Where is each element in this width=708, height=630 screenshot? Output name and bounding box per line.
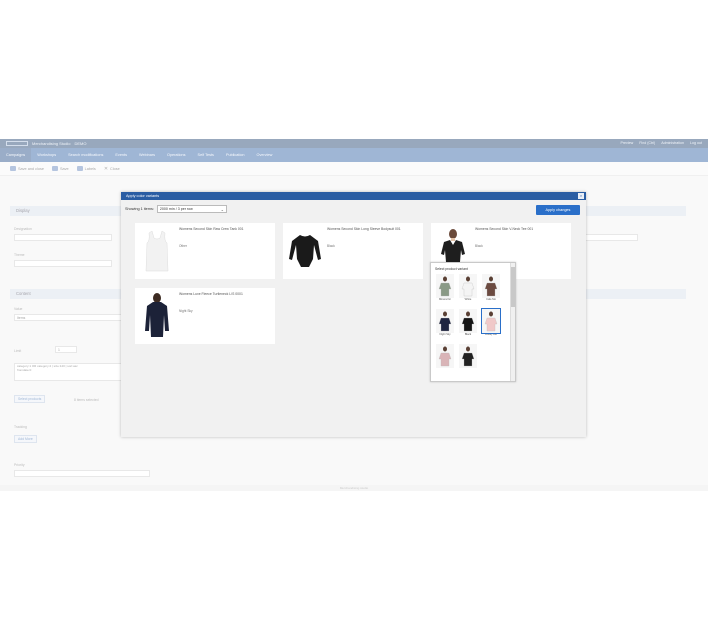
variant-swatch[interactable]: Black	[459, 309, 477, 339]
display-select-value: 2000 min / 3 per row	[159, 207, 193, 211]
display-select[interactable]: 2000 min / 3 per row ⌄	[156, 205, 227, 213]
variant-label: Cafe Mo	[486, 298, 496, 301]
popup-scrollbar-thumb[interactable]	[511, 267, 515, 307]
apply-color-variants-dialog: Apply color variants × Showing 1 items: …	[121, 192, 586, 437]
product-name: Womens Second Skin Long Sleeve Bodysuit …	[327, 227, 401, 231]
variant-image	[459, 274, 477, 298]
variant-label: Rosey Blu	[485, 333, 497, 336]
product-card[interactable]: Womens Second Skin Raw Crew Tank 001 Oth…	[135, 223, 275, 279]
product-name: Womens Second Skin V-Neck Tee 001	[475, 227, 534, 231]
variant-picker-title: Select product variant	[435, 267, 468, 271]
popup-scrollbar[interactable]	[510, 263, 515, 381]
variant-image	[482, 274, 500, 298]
dialog-close-icon[interactable]: ×	[578, 193, 584, 199]
variant-swatch[interactable]: White	[459, 274, 477, 304]
product-name: Womens Luxe Fleece Turtleneck L/S 0001	[179, 292, 243, 296]
chevron-down-icon: ⌄	[220, 207, 224, 212]
product-color: Black	[327, 244, 335, 248]
dialog-title: Apply color variants	[121, 192, 586, 200]
variant-swatch[interactable]: Mineral Gr	[436, 274, 454, 304]
variant-image	[481, 308, 501, 334]
variant-label: Mineral Gr	[438, 298, 452, 301]
display-row: Showing 1 items: 2000 min / 3 per row ⌄	[125, 205, 227, 213]
variant-image	[436, 344, 454, 368]
display-label: Showing 1 items:	[125, 207, 154, 211]
variant-image	[436, 309, 454, 333]
variant-swatch[interactable]: Night Sky	[436, 309, 454, 339]
product-image	[140, 292, 174, 340]
apply-changes-button[interactable]: Apply changes	[536, 205, 580, 215]
variant-label: Black	[464, 333, 472, 336]
variant-image	[436, 274, 454, 298]
product-name: Womens Second Skin Raw Crew Tank 001	[179, 227, 244, 231]
variant-swatch[interactable]	[436, 344, 454, 374]
product-image	[140, 227, 174, 275]
variant-picker-popup: Select product variant Mineral Gr White Ca…	[430, 262, 516, 382]
variant-swatch[interactable]: Cafe Mo	[482, 274, 500, 304]
product-card[interactable]: Womens Second Skin Long Sleeve Bodysuit …	[283, 223, 423, 279]
variant-swatch[interactable]	[459, 344, 477, 374]
product-color: Other	[179, 244, 187, 248]
product-color: Black	[475, 244, 483, 248]
variant-swatch[interactable]: Rosey Blu	[481, 308, 501, 339]
variant-label: White	[464, 298, 472, 301]
product-image	[288, 227, 322, 275]
variant-image	[459, 344, 477, 368]
variant-image	[459, 309, 477, 333]
product-card[interactable]: Womens Luxe Fleece Turtleneck L/S 0001 N…	[135, 288, 275, 344]
variant-label: Night Sky	[439, 333, 451, 336]
app-window: Merchandising Studio DEMO Preview Find (…	[0, 139, 708, 491]
product-color: Night Sky	[179, 309, 193, 313]
